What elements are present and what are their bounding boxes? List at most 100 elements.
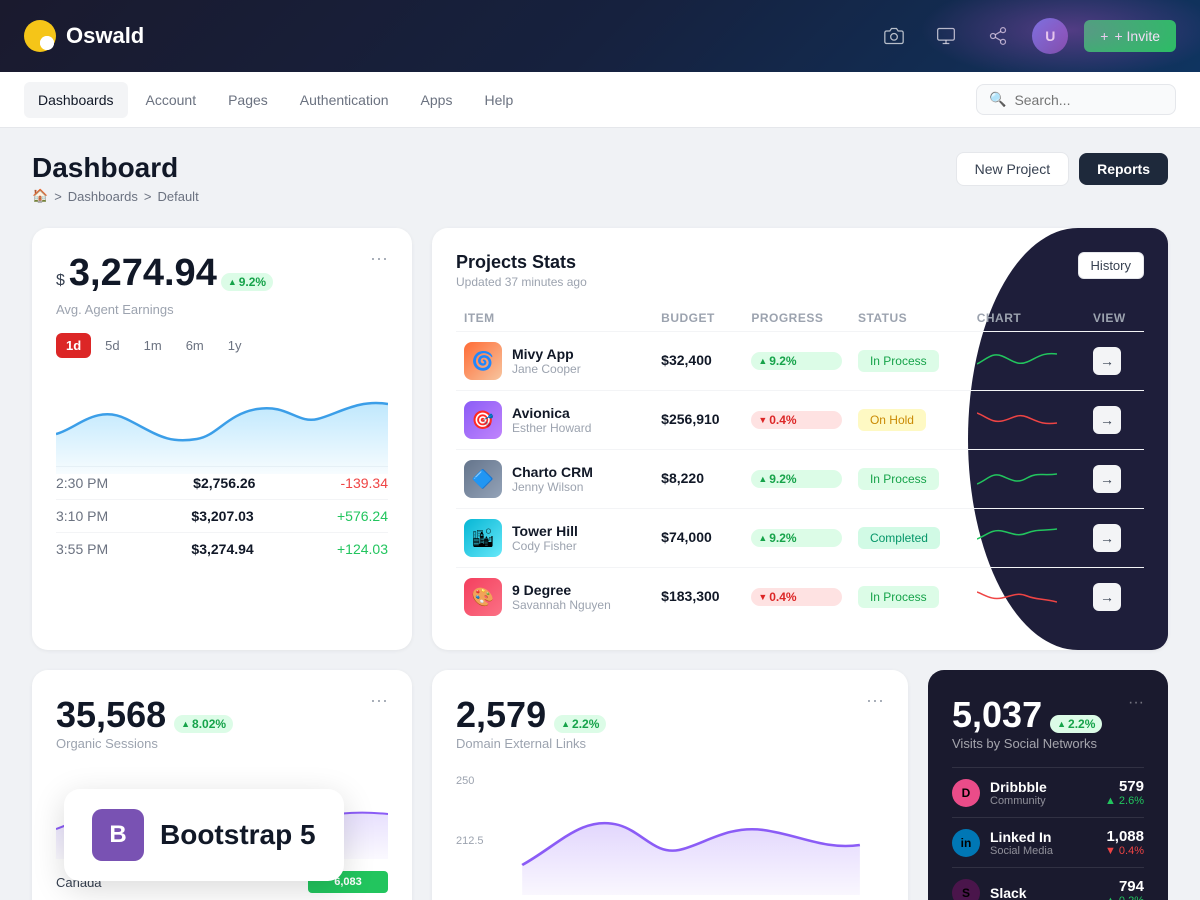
view-button[interactable]: →	[1093, 465, 1121, 493]
avatar[interactable]: U	[1032, 18, 1068, 54]
budget: $74,000	[661, 529, 712, 545]
organic-header: 35,568 8.02% Organic Sessions	[56, 694, 233, 767]
projects-title: Projects Stats	[456, 252, 587, 273]
organic-badge: 8.02%	[174, 715, 233, 733]
view-button[interactable]: →	[1093, 524, 1121, 552]
project-name: Charto CRM	[512, 464, 593, 480]
search-bar[interactable]: 🔍	[976, 84, 1176, 115]
new-project-button[interactable]: New Project	[956, 152, 1069, 186]
filter-1d[interactable]: 1d	[56, 333, 91, 358]
social-header: 5,037 2.2% Visits by Social Networks	[952, 694, 1102, 767]
more-icon[interactable]: ···	[866, 690, 884, 767]
sparkline-chart	[977, 521, 1057, 551]
history-button[interactable]: History	[1078, 252, 1144, 279]
social-badge: 2.2%	[1050, 715, 1102, 733]
social-name: Linked In	[990, 829, 1053, 845]
page-header: Dashboard 🏠 > Dashboards > Default New P…	[32, 152, 1168, 204]
more-icon[interactable]: ···	[370, 690, 388, 767]
bootstrap-icon: B	[92, 809, 144, 861]
status-badge: In Process	[858, 468, 939, 490]
organic-amount: 35,568 8.02%	[56, 694, 233, 736]
project-name: 9 Degree	[512, 582, 611, 598]
invite-icon: +	[1100, 28, 1108, 44]
earnings-card: $ 3,274.94 9.2% Avg. Agent Earnings ··· …	[32, 228, 412, 650]
view-button[interactable]: →	[1093, 406, 1121, 434]
social-item: in Linked In Social Media 1,088 ▼ 0.4%	[952, 817, 1144, 867]
view-button[interactable]: →	[1093, 583, 1121, 611]
filter-5d[interactable]: 5d	[95, 333, 129, 358]
tab-pages[interactable]: Pages	[214, 82, 282, 118]
stat-change: -139.34	[341, 475, 388, 491]
tab-dashboards[interactable]: Dashboards	[24, 82, 128, 118]
page-title: Dashboard	[32, 152, 199, 184]
progress-badge: 9.2%	[751, 470, 842, 488]
links-header: 2,579 2.2% Domain External Links	[456, 694, 606, 767]
budget: $8,220	[661, 470, 704, 486]
camera-icon[interactable]	[876, 18, 912, 54]
project-icon: 🏙	[464, 519, 502, 557]
more-icon[interactable]: ···	[1128, 694, 1144, 712]
project-icon: 🎯	[464, 401, 502, 439]
project-name: Tower Hill	[512, 523, 578, 539]
social-type: Community	[990, 795, 1047, 807]
slack-icon: S	[952, 879, 980, 900]
top-header: Oswald U + + Invite	[0, 0, 1200, 72]
reports-button[interactable]: Reports	[1079, 153, 1168, 185]
col-chart: CHART	[969, 305, 1085, 332]
budget: $32,400	[661, 352, 712, 368]
filter-6m[interactable]: 6m	[176, 333, 214, 358]
earnings-badge: 9.2%	[221, 273, 273, 291]
stat-time: 2:30 PM	[56, 475, 108, 491]
search-input[interactable]	[1014, 92, 1163, 108]
tab-apps[interactable]: Apps	[407, 82, 467, 118]
tab-help[interactable]: Help	[470, 82, 527, 118]
tab-account[interactable]: Account	[132, 82, 211, 118]
status-badge: Completed	[858, 527, 940, 549]
filter-1m[interactable]: 1m	[134, 333, 172, 358]
project-item: 🏙 Tower Hill Cody Fisher	[464, 519, 645, 557]
project-person: Jenny Wilson	[512, 480, 593, 494]
tab-authentication[interactable]: Authentication	[286, 82, 403, 118]
links-subtitle: Domain External Links	[456, 736, 606, 751]
breadcrumb-dashboards: Dashboards	[68, 189, 138, 204]
stat-time: 3:55 PM	[56, 541, 108, 557]
sparkline-chart	[977, 403, 1057, 433]
progress-badge: 0.4%	[751, 588, 842, 606]
more-options-icon[interactable]: ···	[370, 248, 388, 269]
earnings-chart	[56, 374, 388, 454]
col-progress: PROGRESS	[743, 305, 850, 332]
linkedin-icon: in	[952, 829, 980, 857]
project-person: Esther Howard	[512, 421, 591, 435]
status-badge: In Process	[858, 350, 939, 372]
earnings-value: 3,274.94	[69, 252, 217, 295]
logo-text: Oswald	[66, 23, 144, 49]
project-person: Savannah Nguyen	[512, 598, 611, 612]
social-name: Dribbble	[990, 779, 1047, 795]
header-actions: U + + Invite	[876, 18, 1176, 54]
links-amount: 2,579 2.2%	[456, 694, 606, 736]
table-row: 🌀 Mivy App Jane Cooper $32,400 9.2% In P…	[456, 332, 1144, 391]
filter-1y[interactable]: 1y	[218, 333, 252, 358]
monitor-icon[interactable]	[928, 18, 964, 54]
links-card: 2,579 2.2% Domain External Links ··· 250…	[432, 670, 908, 900]
project-person: Cody Fisher	[512, 539, 578, 553]
stat-row: 3:10 PM $3,207.03 +576.24	[56, 499, 388, 532]
project-item: 🌀 Mivy App Jane Cooper	[464, 342, 645, 380]
logo-area: Oswald	[24, 20, 144, 52]
organic-card: 35,568 8.02% Organic Sessions ···	[32, 670, 412, 900]
social-change: ▼ 0.4%	[1105, 845, 1144, 857]
project-icon: 🔷	[464, 460, 502, 498]
social-amount: 5,037 2.2%	[952, 694, 1102, 736]
breadcrumb-home: 🏠	[32, 188, 48, 204]
project-item: 🎨 9 Degree Savannah Nguyen	[464, 578, 645, 616]
social-change: ▲ 0.2%	[1105, 895, 1144, 900]
progress-badge: 0.4%	[751, 411, 842, 429]
share-icon[interactable]	[980, 18, 1016, 54]
projects-card: Projects Stats Updated 37 minutes ago Hi…	[432, 228, 1168, 650]
project-item: 🎯 Avionica Esther Howard	[464, 401, 645, 439]
breadcrumb-default: Default	[157, 189, 198, 204]
invite-button[interactable]: + + Invite	[1084, 20, 1176, 52]
view-button[interactable]: →	[1093, 347, 1121, 375]
social-subtitle: Visits by Social Networks	[952, 736, 1102, 751]
col-budget: BUDGET	[653, 305, 743, 332]
